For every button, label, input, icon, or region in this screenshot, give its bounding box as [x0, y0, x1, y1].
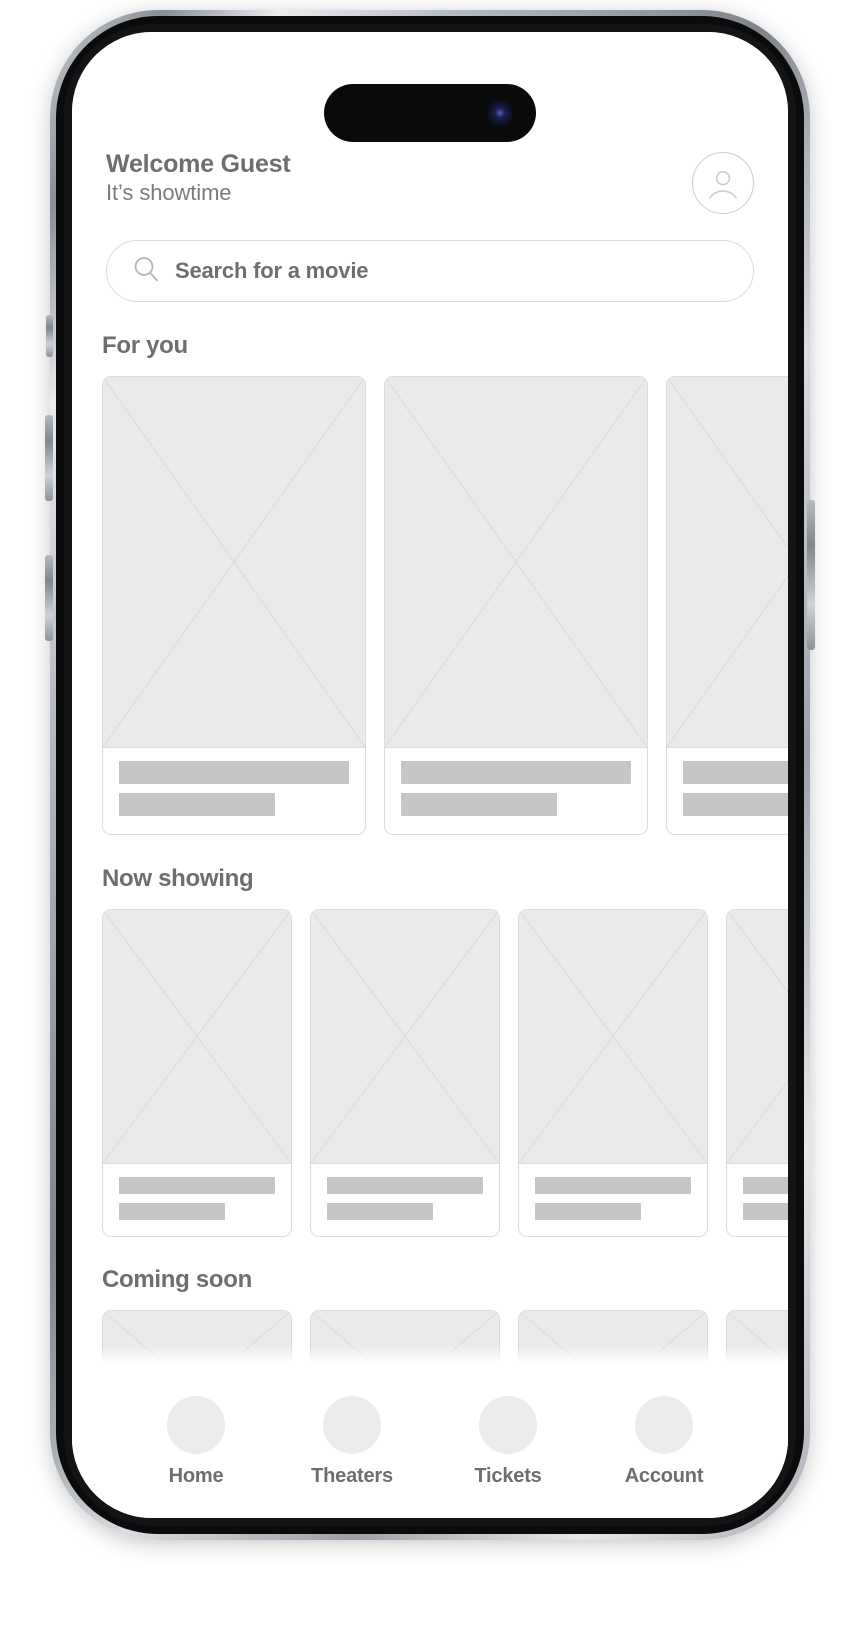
home-icon	[167, 1396, 225, 1454]
silence-switch-button[interactable]	[46, 315, 53, 357]
nav-label: Tickets	[474, 1465, 542, 1487]
page-title: Welcome Guest	[106, 150, 291, 178]
section-now-showing: Now showing	[72, 865, 788, 1237]
nav-item-tickets[interactable]: Tickets	[452, 1396, 564, 1488]
page-subtitle: It’s showtime	[106, 180, 232, 205]
skeleton-line-subtitle	[119, 793, 276, 816]
account-icon	[635, 1396, 693, 1454]
placeholder-image	[385, 377, 647, 748]
placeholder-image	[519, 910, 707, 1164]
section-for-you: For you	[72, 332, 788, 835]
skeleton-line-subtitle	[535, 1203, 642, 1220]
volume-up-button[interactable]	[45, 415, 53, 501]
movie-card[interactable]	[384, 376, 648, 835]
phone-screen: Welcome Guest It’s showtime Search for a…	[72, 32, 788, 1518]
search-input[interactable]: Search for a movie	[106, 240, 754, 302]
skeleton-line-subtitle	[119, 1203, 226, 1220]
movie-app-screen: Welcome Guest It’s showtime Search for a…	[72, 32, 788, 1518]
skeleton-line-subtitle	[327, 1203, 434, 1220]
card-skeleton-text	[667, 748, 788, 834]
placeholder-image	[103, 910, 291, 1164]
dynamic-island	[324, 84, 536, 142]
carousel-now-showing[interactable]	[72, 893, 788, 1237]
movie-card[interactable]	[102, 376, 366, 835]
placeholder-image	[103, 377, 365, 748]
skeleton-line-title	[743, 1177, 788, 1194]
theaters-icon	[323, 1396, 381, 1454]
front-camera-icon	[486, 99, 514, 127]
nav-item-home[interactable]: Home	[140, 1396, 252, 1488]
movie-card[interactable]	[102, 909, 292, 1237]
movie-card[interactable]	[518, 909, 708, 1237]
skeleton-line-title	[119, 761, 349, 784]
section-title-for-you: For you	[102, 332, 188, 359]
placeholder-image	[667, 377, 788, 748]
search-input-value[interactable]: Search for a movie	[175, 258, 368, 284]
skeleton-line-title	[683, 761, 788, 784]
placeholder-image	[727, 910, 788, 1164]
greeting-block: Welcome Guest It’s showtime	[106, 150, 291, 206]
skeleton-line-subtitle	[683, 793, 788, 816]
movie-card[interactable]	[310, 909, 500, 1237]
card-skeleton-text	[103, 748, 365, 834]
nav-item-account[interactable]: Account	[608, 1396, 720, 1488]
nav-item-theaters[interactable]: Theaters	[296, 1396, 408, 1488]
search-icon	[131, 254, 161, 289]
card-skeleton-text	[727, 1164, 788, 1236]
movie-card[interactable]	[666, 376, 788, 835]
nav-label: Account	[624, 1465, 704, 1487]
phone-device-frame: Welcome Guest It’s showtime Search for a…	[45, 10, 815, 1540]
nav-label: Home	[168, 1465, 224, 1487]
account-circle-icon[interactable]	[692, 152, 754, 214]
volume-down-button[interactable]	[45, 555, 53, 641]
skeleton-line-title	[535, 1177, 691, 1194]
card-skeleton-text	[519, 1164, 707, 1236]
skeleton-line-title	[327, 1177, 483, 1194]
skeleton-line-title	[401, 761, 631, 784]
card-skeleton-text	[311, 1164, 499, 1236]
power-button[interactable]	[807, 500, 815, 650]
tickets-icon	[479, 1396, 537, 1454]
placeholder-image	[311, 910, 499, 1164]
skeleton-line-title	[119, 1177, 275, 1194]
skeleton-line-subtitle	[401, 793, 558, 816]
bottom-navigation-bar: Home Theaters Tickets Account	[72, 1372, 788, 1518]
card-skeleton-text	[385, 748, 647, 834]
section-title-coming-soon: Coming soon	[102, 1266, 253, 1293]
movie-card[interactable]	[726, 909, 788, 1237]
app-header: Welcome Guest It’s showtime	[72, 150, 788, 228]
skeleton-line-subtitle	[743, 1203, 788, 1220]
carousel-for-you[interactable]	[72, 360, 788, 835]
section-title-now-showing: Now showing	[102, 865, 254, 892]
nav-label: Theaters	[311, 1465, 393, 1487]
card-skeleton-text	[103, 1164, 291, 1236]
